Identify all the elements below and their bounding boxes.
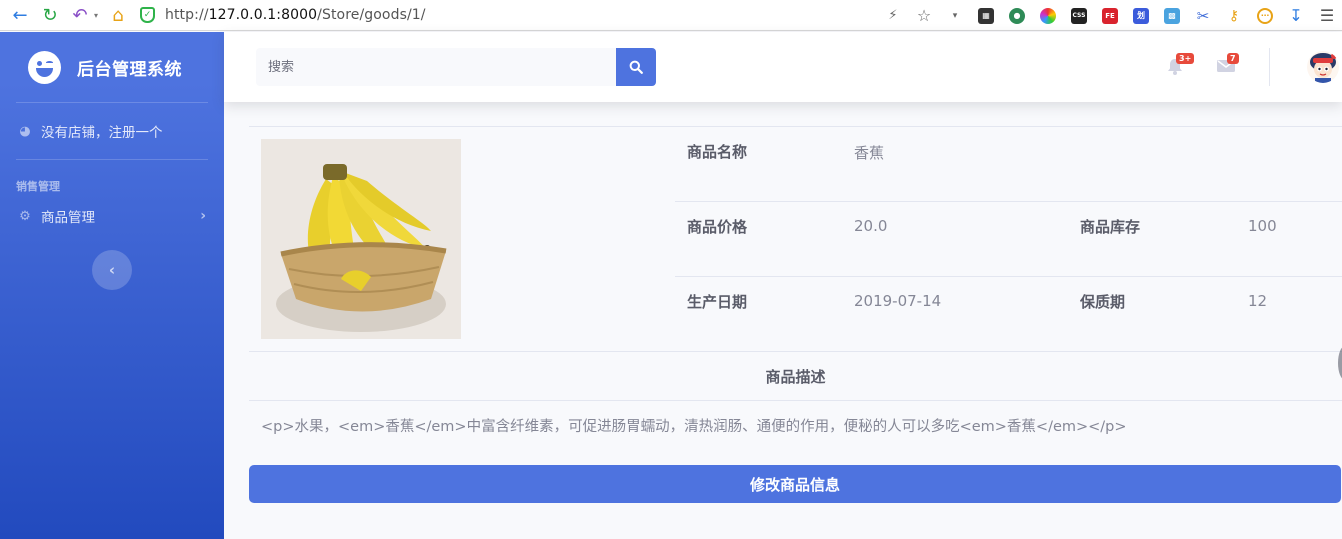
user-avatar-image [1307,51,1339,83]
shelf-life-label: 保质期 [1080,293,1126,311]
browser-toolbar: ← ↻ ↶ ▾ ⌂ ✓ http://127.0.0.1:8000/Store/… [0,0,1342,31]
chevron-right-icon: › [200,208,206,224]
sidebar-heading: 销售管理 [16,180,60,193]
messages-count-badge: 7 [1227,53,1239,64]
download-icon[interactable]: ↧ [1287,6,1305,25]
product-price-value: 20.0 [854,217,888,235]
banana-photo [261,139,461,339]
secure-shield-icon: ✓ [140,7,155,23]
product-price-label: 商品价格 [687,218,748,236]
alerts-dropdown[interactable]: 3+ [1167,53,1195,80]
table-border [249,400,1342,401]
url-text[interactable]: http://127.0.0.1:8000/Store/goods/1/ [165,7,426,23]
tachometer-icon: ◕ [19,123,31,139]
search-form [256,48,656,86]
product-stock-value: 100 [1248,217,1277,235]
url-host: 127.0.0.1:8000 [208,7,318,23]
sidebar-toggle-button[interactable]: ‹ [92,250,132,290]
table-row: 生产日期 2019-07-14 保质期 12 [675,276,1342,351]
edit-product-button[interactable]: 修改商品信息 [249,465,1341,503]
brand-name: 后台管理系统 [77,59,182,80]
browser-extensions: ⚡ ☆ ▾ ▦ ● CSS FE 划 ▩ ✂ ⚷ ⋯ ↧ ☰ [884,0,1342,31]
sidebar-item-register-shop[interactable]: ◕ 没有店铺，注册一个 [0,103,224,159]
topbar: 3+ 7 [224,32,1342,102]
extension-puzzle-icon[interactable]: ▩ [1163,7,1181,25]
sidebar-item-goods-management[interactable]: ⚙ 商品管理 › [0,196,224,236]
sidebar-item-label: 商品管理 [41,210,95,226]
scissors-icon[interactable]: ✂ [1194,7,1212,25]
undo-icon[interactable]: ↶ [68,3,92,27]
product-stock-label: 商品库存 [1080,218,1141,236]
table-row: 商品价格 20.0 商品库存 100 [675,201,1342,276]
cog-icon: ⚙ [19,208,31,224]
sidebar: 后台管理系统 ◕ 没有店铺，注册一个 销售管理 ⚙ 商品管理 › ‹ [0,32,224,539]
topbar-divider [1269,48,1270,86]
undo-dropdown-icon[interactable]: ▾ [92,3,100,27]
more-dots-icon[interactable]: ⋯ [1256,7,1274,25]
extension-globe-icon[interactable]: ● [1008,7,1026,25]
description-text: <p>水果，<em>香蕉</em>中富含纤维素，可促进肠胃蠕动，清热润肠、通便的… [261,419,1127,435]
product-image [261,139,461,339]
user-avatar[interactable] [1307,51,1339,83]
chevron-left-icon: ‹ [108,261,116,279]
description-title: 商品描述 [765,368,826,386]
extension-color-icon[interactable] [1039,7,1057,25]
search-icon [629,60,643,74]
extension-css-icon[interactable]: CSS [1070,7,1088,25]
production-date-label: 生产日期 [687,293,748,311]
sidebar-brand[interactable]: 后台管理系统 [0,32,224,102]
address-bar[interactable]: ✓ http://127.0.0.1:8000/Store/goods/1/ [140,4,426,26]
shelf-life-value: 12 [1248,292,1268,310]
sidebar-item-label: 没有店铺，注册一个 [41,125,163,141]
table-row: 商品名称 香蕉 [675,126,1342,201]
url-prefix: http:// [165,7,209,23]
search-button[interactable] [616,48,656,86]
search-input[interactable] [256,48,616,86]
menu-dropdown-icon[interactable]: ▾ [946,7,964,25]
home-icon[interactable]: ⌂ [106,3,130,27]
product-name-label: 商品名称 [687,143,748,161]
url-path: /Store/goods/1/ [317,7,426,23]
bookmark-star-icon[interactable]: ☆ [915,6,933,25]
key-icon[interactable]: ⚷ [1225,7,1243,25]
product-name-value: 香蕉 [854,144,885,162]
production-date-value: 2019-07-14 [854,292,942,310]
lightning-icon[interactable]: ⚡ [884,7,902,25]
laugh-wink-icon [28,50,61,84]
messages-dropdown[interactable]: 7 [1217,53,1239,77]
reload-icon[interactable]: ↻ [38,3,62,27]
extension-grid-icon[interactable]: ▦ [977,7,995,25]
extension-fe-icon[interactable]: FE [1101,7,1119,25]
table-border [249,351,1342,352]
back-arrow-icon[interactable]: ← [8,3,32,27]
alerts-count-badge: 3+ [1176,53,1195,64]
extension-translate-icon[interactable]: 划 [1132,7,1150,25]
browser-menu-icon[interactable]: ☰ [1318,6,1336,25]
